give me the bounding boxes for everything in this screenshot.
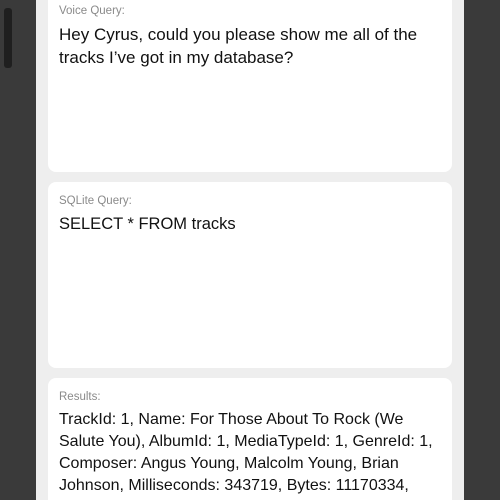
device-bezel-right: [464, 0, 500, 500]
results-card[interactable]: Results: TrackId: 1, Name: For Those Abo…: [48, 378, 452, 500]
device-frame: Voice Query: Hey Cyrus, could you please…: [0, 0, 500, 500]
sqlite-query-text: SELECT * FROM tracks: [59, 215, 236, 233]
results-text: TrackId: 1, Name: For Those About To Roc…: [59, 411, 433, 500]
voice-query-label: Voice Query:: [59, 5, 125, 17]
device-bezel-left: [0, 0, 36, 500]
voice-query-text: Hey Cyrus, could you please show me all …: [59, 25, 418, 67]
sqlite-query-card: SQLite Query: SELECT * FROM tracks: [48, 182, 452, 368]
voice-query-card: Voice Query: Hey Cyrus, could you please…: [48, 0, 452, 172]
side-button: [4, 8, 12, 68]
results-label: Results:: [59, 391, 101, 403]
app-screen: Voice Query: Hey Cyrus, could you please…: [36, 0, 464, 500]
sqlite-query-label: SQLite Query:: [59, 195, 132, 207]
